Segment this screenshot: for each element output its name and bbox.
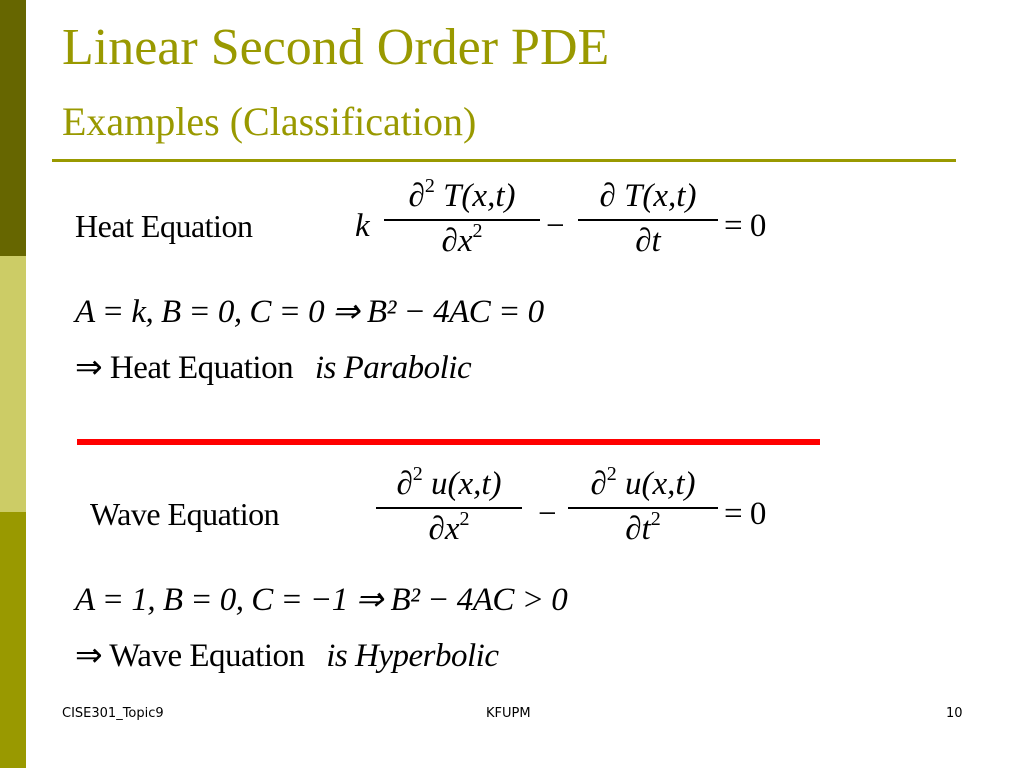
- wave-fraction-2: ∂2 u(x,t) ∂t2: [568, 463, 718, 547]
- wave-fraction-2-denominator: ∂t2: [625, 508, 661, 547]
- heat-fraction-2-numerator: ∂ T(x,t): [599, 178, 697, 214]
- sidebar-segment-dark: [0, 0, 26, 256]
- wave-conclusion-suffix: is Hyperbolic: [326, 638, 499, 674]
- wave-conclusion: ⇒ Wave Equation is Hyperbolic: [75, 638, 499, 674]
- fraction-bar: [384, 219, 540, 221]
- sidebar-segment-light: [0, 256, 26, 512]
- wave-rhs: = 0: [724, 496, 766, 532]
- heat-minus: −: [546, 208, 565, 244]
- heat-coefficients-line: A = k, B = 0, C = 0 ⇒ B² − 4AC = 0: [75, 294, 544, 330]
- heat-conclusion-prefix: ⇒ Heat Equation: [75, 350, 294, 386]
- heat-fraction-1-numerator: ∂2 T(x,t): [408, 175, 516, 214]
- heat-equation-label: Heat Equation: [75, 208, 253, 244]
- heat-rhs: = 0: [724, 208, 766, 244]
- heat-coefficient-k: k: [355, 208, 370, 244]
- wave-conclusion-prefix: ⇒ Wave Equation: [75, 638, 305, 674]
- sidebar-segment-olive: [0, 512, 26, 768]
- footer-page-number: 10: [946, 706, 963, 721]
- fraction-bar: [578, 219, 718, 221]
- heat-fraction-2: ∂ T(x,t) ∂t: [578, 180, 718, 258]
- section-separator: [77, 439, 820, 445]
- footer-course: CISE301_Topic9: [62, 706, 164, 721]
- heat-conclusion: ⇒ Heat Equation is Parabolic: [75, 350, 472, 386]
- slide-subtitle: Examples (Classification): [62, 99, 477, 144]
- footer-institution: KFUPM: [486, 706, 531, 721]
- wave-fraction-1: ∂2 u(x,t) ∂x2: [376, 463, 522, 547]
- wave-minus: −: [538, 496, 557, 532]
- wave-fraction-2-numerator: ∂2 u(x,t): [590, 463, 696, 502]
- fraction-bar: [568, 507, 718, 509]
- slide-title: Linear Second Order PDE: [62, 19, 610, 76]
- sidebar-decoration: [0, 0, 26, 768]
- wave-equation-label: Wave Equation: [90, 496, 280, 532]
- wave-fraction-1-denominator: ∂x2: [428, 508, 470, 547]
- heat-fraction-2-denominator: ∂t: [635, 223, 661, 259]
- title-divider: [52, 159, 956, 162]
- fraction-bar: [376, 507, 522, 509]
- heat-fraction-1-denominator: ∂x2: [441, 220, 483, 259]
- heat-conclusion-suffix: is Parabolic: [314, 350, 472, 386]
- wave-coefficients-line: A = 1, B = 0, C = −1 ⇒ B² − 4AC > 0: [75, 582, 568, 618]
- wave-fraction-1-numerator: ∂2 u(x,t): [396, 463, 502, 502]
- heat-fraction-1: ∂2 T(x,t) ∂x2: [384, 175, 540, 259]
